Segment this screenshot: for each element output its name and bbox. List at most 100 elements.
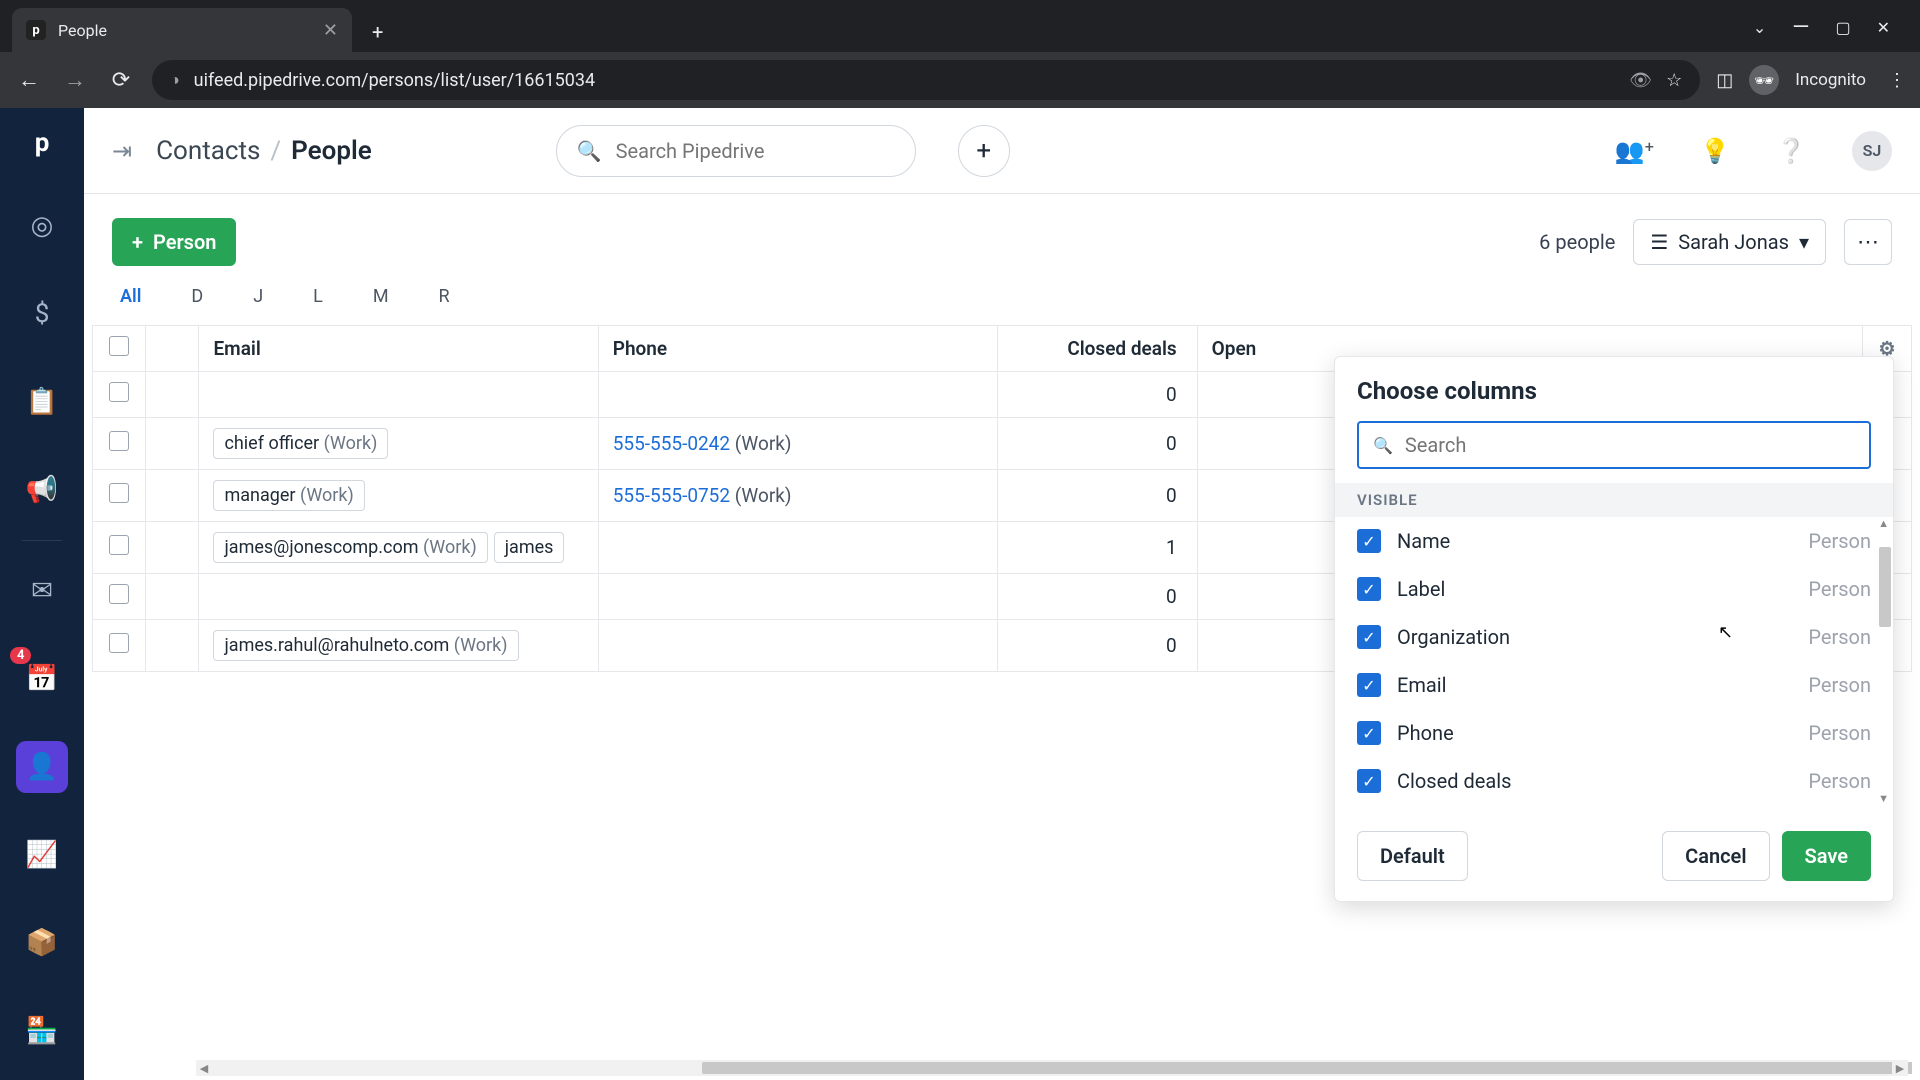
email-chip[interactable]: james bbox=[494, 532, 565, 563]
collapse-nav-icon[interactable]: ⇥ bbox=[112, 137, 132, 165]
email-chip[interactable]: chief officer (Work) bbox=[213, 428, 388, 459]
scroll-down-arrow-icon[interactable]: ▼ bbox=[1878, 792, 1889, 805]
row-select-cell[interactable] bbox=[93, 620, 146, 672]
column-list[interactable]: ▲ ▼ ✓NamePerson✓LabelPerson✓Organization… bbox=[1335, 517, 1893, 805]
checkbox-icon[interactable] bbox=[109, 633, 129, 653]
url-field[interactable]: ◑ uifeed.pipedrive.com/persons/list/user… bbox=[152, 60, 1700, 100]
alpha-tab-j[interactable]: J bbox=[245, 282, 271, 311]
scroll-right-arrow-icon[interactable]: ▶ bbox=[1892, 1060, 1908, 1076]
nav-deals-icon[interactable]: $ bbox=[16, 288, 68, 340]
horizontal-scrollbar[interactable]: ◀ ▶ bbox=[212, 1060, 1892, 1076]
close-window-icon[interactable]: ✕ bbox=[1877, 18, 1890, 37]
breadcrumb-section[interactable]: Contacts bbox=[156, 136, 260, 166]
back-icon[interactable]: ← bbox=[14, 67, 44, 93]
cancel-button[interactable]: Cancel bbox=[1662, 831, 1769, 881]
global-search[interactable]: 🔍 bbox=[556, 125, 916, 177]
browser-tab[interactable]: p People ✕ bbox=[12, 8, 352, 52]
closed-deals-header[interactable]: Closed deals bbox=[998, 326, 1198, 372]
extensions-icon[interactable]: ◫ bbox=[1716, 70, 1733, 91]
quick-add-button[interactable]: + bbox=[958, 125, 1010, 177]
pipedrive-logo-icon[interactable]: p bbox=[21, 122, 63, 164]
alpha-tab-l[interactable]: L bbox=[305, 282, 331, 311]
phone-link[interactable]: 555-555-0752 bbox=[613, 484, 730, 507]
minimize-icon[interactable]: — bbox=[1792, 15, 1809, 40]
new-tab-button[interactable]: + bbox=[360, 12, 395, 52]
owner-filter-button[interactable]: ☰ Sarah Jonas ▾ bbox=[1633, 219, 1826, 265]
nav-products-icon[interactable]: 📦 bbox=[16, 917, 68, 969]
column-list-scrollbar[interactable]: ▲ ▼ bbox=[1877, 517, 1891, 805]
phone-link[interactable]: 555-555-0242 bbox=[613, 432, 730, 455]
forward-icon[interactable]: → bbox=[60, 67, 90, 93]
column-item[interactable]: ✓Closed dealsPerson bbox=[1335, 757, 1893, 805]
nav-target-icon[interactable]: ◎ bbox=[16, 200, 68, 252]
add-person-button[interactable]: + Person bbox=[112, 218, 236, 266]
eye-off-icon[interactable]: 👁 bbox=[1629, 70, 1652, 91]
column-item[interactable]: ✓LabelPerson bbox=[1335, 565, 1893, 613]
email-chip[interactable]: james@jonescomp.com (Work) bbox=[213, 532, 487, 563]
checkbox-checked-icon[interactable]: ✓ bbox=[1357, 769, 1381, 793]
checkbox-icon[interactable] bbox=[109, 336, 129, 356]
alpha-tab-d[interactable]: D bbox=[183, 282, 211, 311]
nav-calendar-icon[interactable]: 4 📅 bbox=[16, 653, 68, 705]
row-select-cell[interactable] bbox=[93, 418, 146, 470]
scroll-left-arrow-icon[interactable]: ◀ bbox=[196, 1060, 212, 1076]
checkbox-icon[interactable] bbox=[109, 382, 129, 402]
row-select-cell[interactable] bbox=[93, 470, 146, 522]
nav-activities-icon[interactable]: 📋 bbox=[16, 376, 68, 428]
nav-insights-icon[interactable]: 📈 bbox=[16, 829, 68, 881]
scrollbar-thumb[interactable] bbox=[1879, 547, 1891, 627]
save-button[interactable]: Save bbox=[1782, 831, 1871, 881]
checkbox-checked-icon[interactable]: ✓ bbox=[1357, 673, 1381, 697]
popover-search-input[interactable] bbox=[1405, 433, 1855, 457]
kebab-menu-icon[interactable]: ⋮ bbox=[1888, 70, 1906, 91]
checkbox-checked-icon[interactable]: ✓ bbox=[1357, 529, 1381, 553]
phone-cell: 555-555-0242 (Work) bbox=[598, 418, 997, 470]
incognito-icon[interactable]: 🕶 bbox=[1749, 65, 1779, 95]
close-tab-icon[interactable]: ✕ bbox=[323, 20, 338, 41]
checkbox-icon[interactable] bbox=[109, 535, 129, 555]
sales-assistant-icon[interactable]: 💡 bbox=[1700, 137, 1730, 165]
help-icon[interactable]: ❔ bbox=[1776, 137, 1806, 165]
checkbox-icon[interactable] bbox=[109, 431, 129, 451]
row-select-cell[interactable] bbox=[93, 574, 146, 620]
column-item[interactable]: ✓PhonePerson bbox=[1335, 709, 1893, 757]
invite-user-icon[interactable]: 👥⁺ bbox=[1615, 137, 1655, 165]
nav-contacts-icon[interactable]: 👤 bbox=[16, 741, 68, 793]
default-button[interactable]: Default bbox=[1357, 831, 1468, 881]
email-chip[interactable]: manager (Work) bbox=[213, 480, 364, 511]
nav-mail-icon[interactable]: ✉ bbox=[16, 565, 68, 617]
site-info-icon[interactable]: ◑ bbox=[170, 70, 180, 90]
scroll-up-arrow-icon[interactable]: ▲ bbox=[1878, 517, 1889, 530]
tabs-dropdown-icon[interactable]: ⌄ bbox=[1753, 18, 1766, 37]
checkbox-checked-icon[interactable]: ✓ bbox=[1357, 625, 1381, 649]
checkbox-icon[interactable] bbox=[109, 483, 129, 503]
bookmark-icon[interactable]: ☆ bbox=[1666, 70, 1682, 91]
select-all-header[interactable] bbox=[93, 326, 146, 372]
search-input[interactable] bbox=[616, 139, 895, 163]
checkbox-checked-icon[interactable]: ✓ bbox=[1357, 721, 1381, 745]
email-header[interactable]: Email bbox=[199, 326, 598, 372]
email-chip[interactable]: james.rahul@rahulneto.com (Work) bbox=[213, 630, 518, 661]
spacer-cell bbox=[146, 620, 199, 672]
row-select-cell[interactable] bbox=[93, 522, 146, 574]
user-avatar[interactable]: SJ bbox=[1852, 131, 1892, 171]
checkbox-checked-icon[interactable]: ✓ bbox=[1357, 577, 1381, 601]
browser-chrome: p People ✕ + ⌄ — ▢ ✕ ← → ⟳ ◑ uifeed.pipe… bbox=[0, 0, 1920, 108]
column-item[interactable]: ✓EmailPerson bbox=[1335, 661, 1893, 709]
column-item[interactable]: ✓OrganizationPerson bbox=[1335, 613, 1893, 661]
spacer-cell bbox=[146, 574, 199, 620]
maximize-icon[interactable]: ▢ bbox=[1835, 18, 1850, 37]
alpha-tab-r[interactable]: R bbox=[431, 282, 458, 311]
scrollbar-thumb[interactable] bbox=[702, 1062, 1912, 1074]
nav-marketplace-icon[interactable]: 🏪 bbox=[16, 1005, 68, 1057]
more-actions-button[interactable]: ⋯ bbox=[1844, 219, 1892, 265]
popover-search[interactable]: 🔍 bbox=[1357, 421, 1871, 469]
alpha-tab-all[interactable]: All bbox=[112, 282, 149, 311]
phone-header[interactable]: Phone bbox=[598, 326, 997, 372]
row-select-cell[interactable] bbox=[93, 372, 146, 418]
reload-icon[interactable]: ⟳ bbox=[106, 68, 136, 93]
column-item[interactable]: ✓NamePerson bbox=[1335, 517, 1893, 565]
nav-campaigns-icon[interactable]: 📢 bbox=[16, 464, 68, 516]
alpha-tab-m[interactable]: M bbox=[365, 282, 397, 311]
checkbox-icon[interactable] bbox=[109, 584, 129, 604]
